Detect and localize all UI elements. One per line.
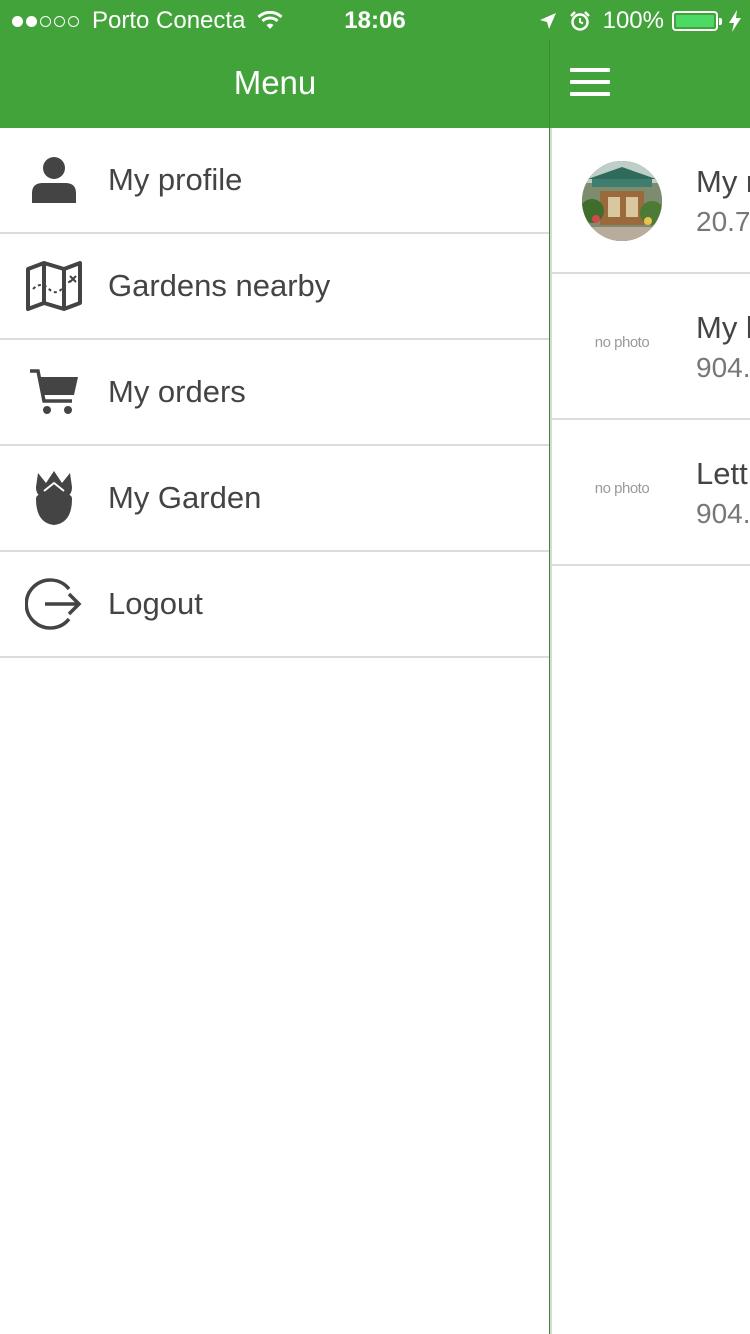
garden-list: My r 20.7 no photo My l 904. no photo Le… [550, 128, 750, 1334]
garden-title: My l [696, 310, 750, 345]
battery-percent: 100% [602, 7, 664, 34]
logout-icon [0, 575, 108, 633]
page-title: Menu [233, 64, 317, 101]
list-item[interactable]: no photo Lett 904. [552, 420, 750, 566]
list-item[interactable]: no photo My l 904. [552, 274, 750, 420]
flower-icon [0, 469, 108, 527]
garden-photo [582, 161, 662, 241]
menu-item-my-garden[interactable]: My Garden [0, 446, 549, 552]
no-photo-placeholder: no photo [594, 480, 650, 497]
list-item[interactable]: My r 20.7 [552, 128, 750, 274]
cart-icon [0, 367, 108, 417]
garden-title: My r [696, 164, 750, 199]
menu-item-label: Logout [108, 586, 203, 621]
garden-distance: 904. [696, 352, 750, 383]
no-photo-placeholder: no photo [594, 334, 650, 351]
person-icon [0, 155, 108, 205]
alarm-icon [569, 11, 590, 31]
garden-title: Lett [696, 456, 748, 491]
menu-item-label: My profile [108, 162, 243, 197]
menu-item-label: Gardens nearby [108, 268, 331, 303]
menu-item-my-orders[interactable]: My orders [0, 340, 549, 446]
battery-icon [672, 11, 722, 31]
menu-item-my-profile[interactable]: My profile [0, 128, 549, 234]
menu-item-gardens-nearby[interactable]: Gardens nearby [0, 234, 549, 340]
side-drawer: My profile Gardens nearby My orders My G… [0, 128, 549, 658]
menu-item-label: My Garden [108, 480, 262, 515]
location-arrow-icon [539, 13, 556, 29]
app-header: Porto Conecta 18:06 100% Menu [0, 0, 750, 128]
status-right: 100% [539, 7, 742, 35]
status-bar: Porto Conecta 18:06 100% [0, 0, 750, 40]
charging-bolt-icon [729, 10, 741, 32]
menu-item-label: My orders [108, 374, 246, 409]
garden-distance: 904. [696, 498, 750, 529]
map-icon [0, 261, 108, 311]
hamburger-menu-icon[interactable] [570, 68, 610, 100]
garden-distance: 20.7 [696, 206, 750, 237]
menu-item-logout[interactable]: Logout [0, 552, 549, 658]
